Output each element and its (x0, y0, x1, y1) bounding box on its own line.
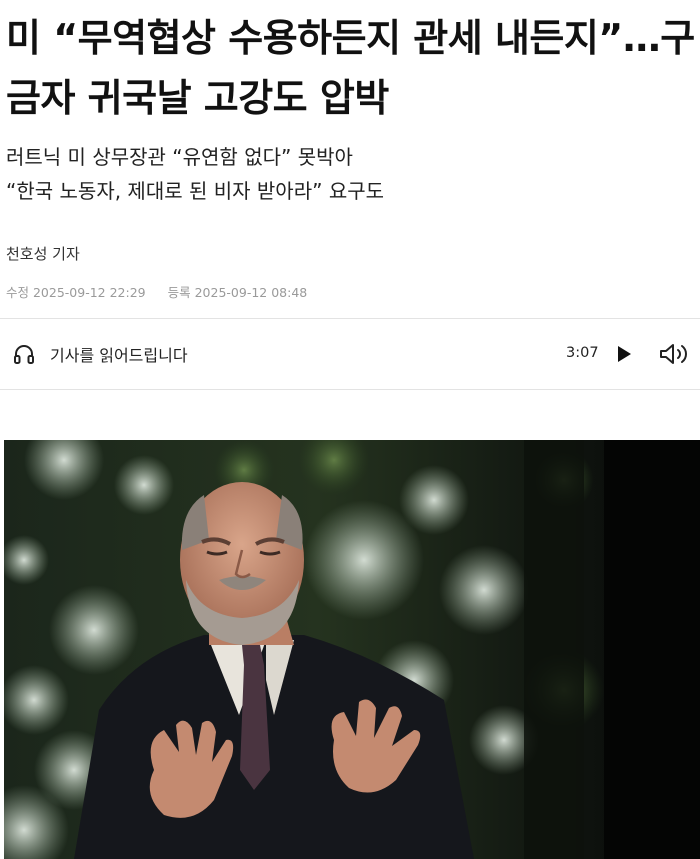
article-dates: 수정 2025-09-12 22:29 등록 2025-09-12 08:48 (6, 282, 307, 301)
reporter-byline[interactable]: 천호성 기자 (6, 243, 80, 264)
divider (0, 389, 700, 390)
modified-date: 수정 2025-09-12 22:29 (6, 285, 146, 300)
article-photo (4, 440, 700, 859)
registered-date: 등록 2025-09-12 08:48 (167, 285, 308, 300)
article-subtitle: 러트닉 미 상무장관 “유연함 없다” 못박아 “한국 노동자, 제대로 된 비… (6, 140, 686, 208)
subtitle-line: 러트닉 미 상무장관 “유연함 없다” 못박아 (6, 145, 353, 169)
subtitle-line: “한국 노동자, 제대로 된 비자 받아라” 요구도 (6, 179, 385, 203)
audio-player: 기사를 읽어드립니다 3:07 (0, 320, 700, 388)
article-headline: 미 “무역협상 수용하든지 관세 내든지”…구금자 귀국날 고강도 압박 (6, 16, 695, 120)
volume-icon[interactable] (658, 342, 692, 366)
listen-article-button[interactable]: 기사를 읽어드립니다 (50, 342, 188, 366)
play-icon[interactable] (614, 344, 634, 364)
headphones-icon[interactable] (12, 342, 36, 366)
audio-duration: 3:07 (566, 345, 599, 361)
divider (0, 318, 700, 319)
